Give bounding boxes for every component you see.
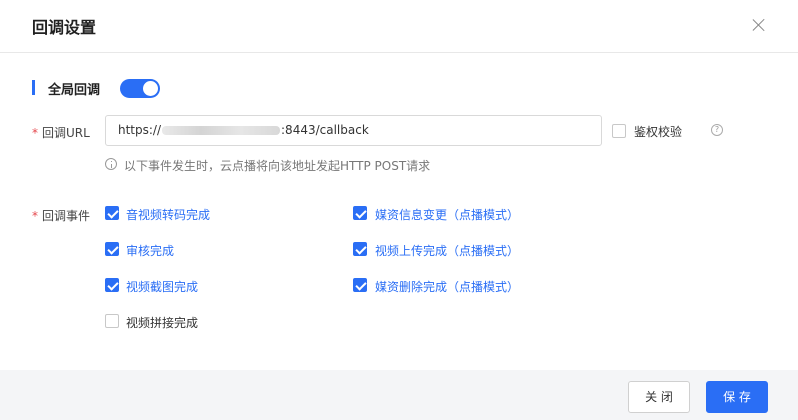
event-label-media-info[interactable]: 媒资信息变更（点播模式） [375,206,519,223]
event-label-upload[interactable]: 视频上传完成（点播模式） [375,242,519,259]
info-circle-icon [105,158,117,170]
section-marker [32,80,35,95]
url-prefix: https:// [118,123,162,137]
close-icon[interactable] [752,18,766,32]
event-checkbox-concat[interactable] [105,314,119,328]
url-label: * 回调URL [32,124,90,141]
event-label-concat[interactable]: 视频拼接完成 [126,314,198,331]
dialog-header: 回调设置 [0,0,798,53]
event-label-transcode[interactable]: 音视频转码完成 [126,206,210,223]
save-button[interactable]: 保 存 [706,381,768,413]
callback-url-input[interactable]: https:// :8443/callback [105,115,602,146]
event-label-review[interactable]: 审核完成 [126,242,174,259]
event-checkbox-upload[interactable] [353,242,367,256]
event-checkbox-media-info[interactable] [353,206,367,220]
global-callback-toggle[interactable] [120,79,160,98]
event-checkbox-media-delete[interactable] [353,278,367,292]
auth-check-checkbox[interactable] [612,124,626,138]
global-callback-label: 全局回调 [48,83,101,98]
events-label-text: 回调事件 [42,209,91,223]
question-circle-icon[interactable]: ? [711,124,723,136]
event-label-media-delete[interactable]: 媒资删除完成（点播模式） [375,278,519,295]
toggle-knob [143,81,158,96]
close-button[interactable]: 关 闭 [628,381,690,413]
redacted-host [162,126,281,135]
hint-text: 以下事件发生时，云点播将向该地址发起HTTP POST请求 [124,159,431,173]
event-checkbox-snapshot[interactable] [105,278,119,292]
auth-check-label[interactable]: 鉴权校验 [634,123,682,140]
event-checkbox-transcode[interactable] [105,206,119,220]
dialog-title: 回调设置 [32,18,97,37]
event-checkbox-review[interactable] [105,242,119,256]
required-mark: * [32,126,38,140]
event-label-snapshot[interactable]: 视频截图完成 [126,278,198,295]
url-label-text: 回调URL [42,126,90,140]
events-label: * 回调事件 [32,207,90,224]
url-suffix: :8443/callback [281,123,369,137]
required-mark: * [32,209,38,223]
